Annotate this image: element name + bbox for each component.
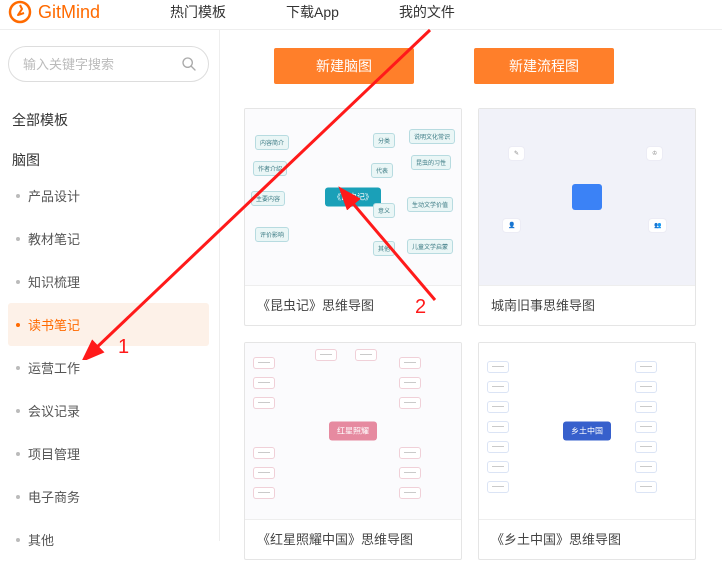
template-thumbnail: 红星照耀 —— —— —— —— —— —— —— —— —— —— —— ——…: [245, 343, 461, 519]
mindmap-node: ——: [399, 377, 421, 389]
sidebar-item-label: 项目管理: [28, 447, 80, 462]
mindmap-node: ——: [399, 397, 421, 409]
brand-logo[interactable]: GitMind: [8, 0, 100, 24]
mindmap-node: 内容简介: [255, 135, 289, 150]
mindmap-node: 儿童文学启蒙: [407, 239, 453, 254]
new-flowchart-button[interactable]: 新建流程图: [474, 48, 614, 84]
mindmap-node: ——: [487, 421, 509, 433]
mindmap-node: ——: [487, 401, 509, 413]
mindmap-node: ——: [399, 487, 421, 499]
mindmap-center-node: 红星照耀: [329, 422, 377, 441]
mindmap-node: ——: [635, 461, 657, 473]
sidebar-item-label: 知识梳理: [28, 275, 80, 290]
mindmap-node: ♔: [647, 147, 662, 160]
search-icon[interactable]: [181, 56, 197, 72]
mindmap-node: ——: [355, 349, 377, 361]
mindmap-node: 生动文学价值: [407, 197, 453, 212]
mindmap-node: 👤: [503, 219, 520, 232]
template-title: 城南旧事思维导图: [479, 285, 695, 325]
mindmap-node: 代表: [371, 163, 393, 178]
nav-download-app[interactable]: 下载App: [286, 2, 339, 22]
mindmap-node: ——: [487, 461, 509, 473]
mindmap-node: 昆虫的习性: [411, 155, 451, 170]
mindmap-node: ——: [253, 397, 275, 409]
template-grid: 《昆虫记》 内容简介 作者介绍 主要内容 评价影响 分类 代表 意义 其他 说明…: [244, 108, 712, 560]
mindmap-node: ——: [635, 441, 657, 453]
mindmap-node: ✎: [509, 147, 524, 160]
sidebar-item-knowledge[interactable]: 知识梳理: [8, 260, 209, 303]
sidebar-item-label: 会议记录: [28, 404, 80, 419]
top-header: GitMind 热门模板 下载App 我的文件: [0, 0, 722, 30]
sidebar-item-label: 教材笔记: [28, 232, 80, 247]
create-buttons-row: 新建脑图 新建流程图: [274, 48, 712, 84]
nav-hot-templates[interactable]: 热门模板: [170, 2, 226, 22]
mindmap-node: ——: [487, 381, 509, 393]
mindmap-node: 评价影响: [255, 227, 289, 242]
sidebar-item-label: 电子商务: [28, 490, 80, 505]
mindmap-node: ——: [635, 481, 657, 493]
mindmap-center-node: [572, 184, 602, 210]
sidebar-item-other[interactable]: 其他: [8, 518, 209, 561]
template-thumbnail: 乡土中国 —— —— —— —— —— —— —— —— —— —— —— ——…: [479, 343, 695, 519]
sidebar-item-textbook-notes[interactable]: 教材笔记: [8, 217, 209, 260]
mindmap-node: 说明文化常识: [409, 129, 455, 144]
template-card[interactable]: 乡土中国 —— —— —— —— —— —— —— —— —— —— —— ——…: [478, 342, 696, 560]
template-thumbnail: ✎ ♔ 👤 👥: [479, 109, 695, 285]
mindmap-node: ——: [399, 447, 421, 459]
mindmap-node: ——: [399, 467, 421, 479]
mindmap-node: ——: [487, 481, 509, 493]
template-title: 《乡土中国》思维导图: [479, 519, 695, 559]
sidebar-list: 产品设计 教材笔记 知识梳理 读书笔记 运营工作 会议记录 项目管理 电子商务 …: [8, 174, 209, 561]
template-title: 《昆虫记》思维导图: [245, 285, 461, 325]
template-card[interactable]: 《昆虫记》 内容简介 作者介绍 主要内容 评价影响 分类 代表 意义 其他 说明…: [244, 108, 462, 326]
mindmap-node: ——: [253, 447, 275, 459]
sidebar-item-meeting-notes[interactable]: 会议记录: [8, 389, 209, 432]
mindmap-node: ——: [253, 467, 275, 479]
mindmap-node: 意义: [373, 203, 395, 218]
content-area: 新建脑图 新建流程图 《昆虫记》 内容简介 作者介绍 主要内容 评价影响 分类 …: [220, 30, 722, 541]
mindmap-node: 其他: [373, 241, 395, 256]
sidebar-item-label: 运营工作: [28, 361, 80, 376]
template-card[interactable]: 红星照耀 —— —— —— —— —— —— —— —— —— —— —— ——…: [244, 342, 462, 560]
nav-my-files[interactable]: 我的文件: [399, 2, 455, 22]
template-title: 《红星照耀中国》思维导图: [245, 519, 461, 559]
search-input[interactable]: [8, 46, 209, 82]
mindmap-node: ——: [315, 349, 337, 361]
category-root-all[interactable]: 全部模板: [8, 102, 209, 138]
mindmap-center-node: 乡土中国: [563, 422, 611, 441]
mindmap-node: ——: [635, 381, 657, 393]
mindmap-node: ——: [487, 361, 509, 373]
mindmap-node: 主要内容: [251, 191, 285, 206]
sidebar-item-product-design[interactable]: 产品设计: [8, 174, 209, 217]
search-box: [8, 46, 209, 82]
sidebar-item-label: 读书笔记: [28, 318, 80, 333]
mindmap-node: ——: [635, 361, 657, 373]
template-thumbnail: 《昆虫记》 内容简介 作者介绍 主要内容 评价影响 分类 代表 意义 其他 说明…: [245, 109, 461, 285]
sidebar-item-operations[interactable]: 运营工作: [8, 346, 209, 389]
sidebar-item-ecommerce[interactable]: 电子商务: [8, 475, 209, 518]
brand-name: GitMind: [38, 2, 100, 23]
brand-logo-icon: [8, 0, 32, 24]
category-heading-mindmap: 脑图: [8, 138, 209, 174]
main-layout: 全部模板 脑图 产品设计 教材笔记 知识梳理 读书笔记 运营工作 会议记录 项目…: [0, 30, 722, 541]
mindmap-node: ——: [253, 357, 275, 369]
sidebar-item-label: 产品设计: [28, 189, 80, 204]
mindmap-node: 分类: [373, 133, 395, 148]
template-card[interactable]: ✎ ♔ 👤 👥 城南旧事思维导图: [478, 108, 696, 326]
top-nav: 热门模板 下载App 我的文件: [170, 2, 455, 22]
sidebar-item-project-mgmt[interactable]: 项目管理: [8, 432, 209, 475]
mindmap-node: ——: [635, 401, 657, 413]
mindmap-node: 作者介绍: [253, 161, 287, 176]
mindmap-node: 👥: [649, 219, 666, 232]
mindmap-node: ——: [253, 487, 275, 499]
mindmap-node: ——: [487, 441, 509, 453]
mindmap-node: ——: [399, 357, 421, 369]
mindmap-node: ——: [635, 421, 657, 433]
new-mindmap-button[interactable]: 新建脑图: [274, 48, 414, 84]
sidebar-item-reading-notes[interactable]: 读书笔记: [8, 303, 209, 346]
mindmap-node: ——: [253, 377, 275, 389]
sidebar: 全部模板 脑图 产品设计 教材笔记 知识梳理 读书笔记 运营工作 会议记录 项目…: [0, 30, 220, 541]
